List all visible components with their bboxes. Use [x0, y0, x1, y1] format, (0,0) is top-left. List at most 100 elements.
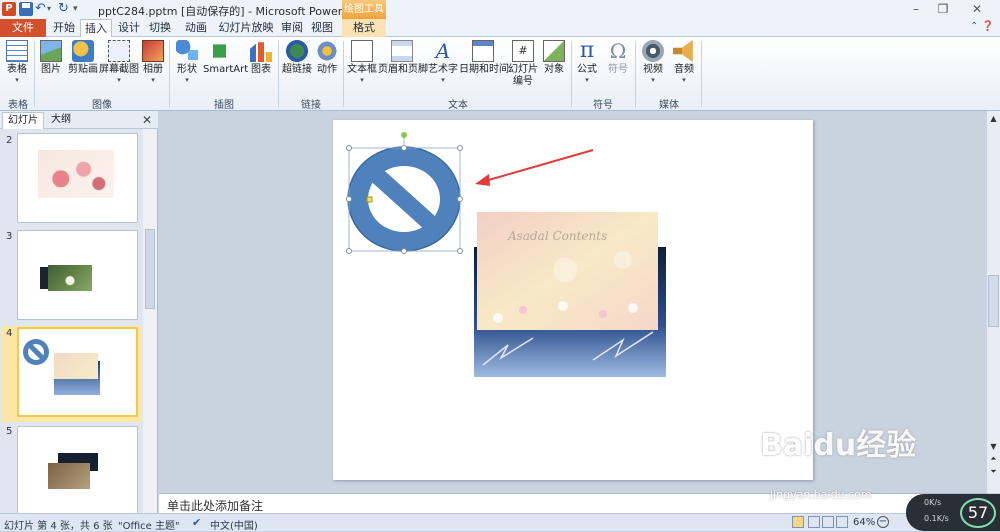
speaker-icon — [673, 40, 693, 62]
normal-view-icon[interactable] — [792, 516, 804, 528]
smartart-button[interactable]: SmartArt — [203, 40, 248, 76]
video-button[interactable]: 视频 ▾ — [640, 40, 666, 84]
chart-button[interactable]: 图表 — [249, 40, 273, 76]
floral-pastel-image[interactable]: Asadal Contents — [477, 212, 658, 330]
wordart-icon: A — [435, 39, 451, 63]
table-icon — [6, 40, 28, 62]
slide-thumbnail-3[interactable] — [17, 230, 138, 320]
textbox-button[interactable]: 文本框 ▾ — [347, 40, 377, 84]
tab-transitions[interactable]: 切换 — [146, 19, 174, 37]
thumb-number: 5 — [6, 426, 13, 437]
slides-panel: 幻灯片 大纲 ✕ 2 3 4 5 — [0, 111, 158, 516]
datetime-button[interactable]: 日期和时间 — [459, 40, 509, 76]
picture-button[interactable]: 图片 — [38, 40, 64, 76]
slide-sorter-icon[interactable] — [808, 516, 820, 528]
help-icon[interactable]: ⌃ ❓ — [970, 21, 994, 32]
previous-slide-icon[interactable]: ⏶ — [988, 453, 999, 464]
header-footer-button[interactable]: 页眉和页脚 — [378, 40, 428, 76]
object-icon — [543, 40, 565, 62]
next-slide-icon[interactable]: ⏷ — [988, 466, 999, 477]
group-images-label: 图像 — [92, 100, 112, 111]
status-theme[interactable]: "Office 主题" — [118, 517, 180, 532]
tab-insert[interactable]: 插入 — [80, 19, 112, 38]
slide-thumbnail-4[interactable] — [17, 327, 138, 417]
tab-file[interactable]: 文件 — [0, 19, 46, 37]
save-icon[interactable] — [19, 2, 33, 16]
slide-thumbnail-2[interactable] — [17, 133, 138, 223]
object-button[interactable]: 对象 — [541, 40, 567, 76]
ribbon-insert: 表格 ▾ 表格 图片 剪贴画 屏幕截图 ▾ 相册 ▾ 图像 形状 ▾ Smart… — [0, 37, 1000, 111]
redo-icon[interactable]: ↻ — [58, 2, 72, 16]
tab-slideshow[interactable]: 幻灯片放映 — [216, 19, 276, 37]
shapes-button[interactable]: 形状 ▾ — [174, 40, 200, 84]
zoom-out-icon[interactable]: − — [877, 516, 889, 528]
tab-design[interactable]: 设计 — [115, 19, 143, 37]
tab-animations[interactable]: 动画 — [181, 19, 211, 37]
zoom-level[interactable]: 64% — [853, 517, 875, 528]
notes-placeholder[interactable]: 单击此处添加备注 — [167, 497, 263, 514]
minimize-button[interactable]: – — [905, 2, 927, 16]
hyperlink-button[interactable]: 超链接 — [281, 40, 313, 76]
clipart-button[interactable]: 剪贴画 — [67, 40, 99, 76]
scroll-down-icon[interactable]: ▼ — [988, 441, 999, 452]
scrollbar-thumb[interactable] — [988, 275, 999, 327]
action-icon — [316, 40, 338, 62]
album-button[interactable]: 相册 ▾ — [142, 40, 164, 84]
slide-thumbnail-5[interactable] — [17, 426, 138, 516]
ribbon-tabs: 文件 开始 插入 设计 切换 动画 幻灯片放映 审阅 视图 格式 ⌃ ❓ — [0, 19, 1000, 38]
floral-image — [38, 150, 114, 198]
screenshot-button[interactable]: 屏幕截图 ▾ — [99, 40, 139, 84]
tab-outline[interactable]: 大纲 — [46, 112, 76, 129]
landscape-image — [48, 463, 90, 489]
tab-format[interactable]: 格式 — [342, 19, 386, 37]
scroll-up-icon[interactable]: ▲ — [988, 113, 999, 124]
symbol-button[interactable]: Ω 符号 — [606, 40, 630, 76]
wordart-button[interactable]: A 艺术字 ▾ — [428, 40, 458, 84]
chart-icon — [250, 42, 272, 62]
group-symbols-label: 符号 — [593, 100, 613, 111]
hyperlink-icon — [286, 40, 308, 62]
equation-button[interactable]: π 公式 ▾ — [575, 40, 599, 85]
editor-scrollbar[interactable]: ▲ ▼ ⏶ ⏷ — [987, 111, 1000, 493]
watermark-url: jingyan.baidu.com — [770, 488, 872, 501]
group-media-label: 媒体 — [659, 100, 679, 111]
slideshow-view-icon[interactable] — [836, 516, 848, 528]
no-symbol-shape[interactable] — [347, 146, 461, 252]
thumb-number: 2 — [6, 135, 13, 146]
annotation-arrow — [475, 149, 594, 186]
network-speed-widget: 0K/s 0.1K/s 57 — [906, 494, 1000, 531]
upload-speed: 0K/s — [924, 498, 942, 507]
audio-button[interactable]: 音频 ▾ — [671, 40, 697, 84]
restore-button[interactable]: ❐ — [932, 2, 954, 16]
film-reel-icon — [642, 40, 664, 62]
close-icon[interactable]: ✕ — [142, 113, 152, 127]
table-button[interactable]: 表格 ▾ — [4, 40, 30, 84]
panel-scrollbar[interactable] — [143, 129, 157, 513]
tab-home[interactable]: 开始 — [50, 19, 78, 37]
action-button[interactable]: 动作 — [314, 40, 340, 76]
spellcheck-icon[interactable]: ✔ — [192, 516, 201, 529]
reading-view-icon[interactable] — [822, 516, 834, 528]
tab-review[interactable]: 审阅 — [279, 19, 305, 37]
textbox-icon — [351, 40, 373, 62]
close-button[interactable]: ✕ — [966, 2, 988, 16]
group-illustrations-label: 插图 — [214, 100, 234, 111]
tab-view[interactable]: 视图 — [309, 19, 335, 37]
thumb-number: 4 — [6, 328, 13, 339]
status-language[interactable]: 中文(中国) — [210, 517, 258, 532]
photo-album-icon — [142, 40, 164, 62]
smartart-icon — [213, 40, 235, 62]
no-symbol-icon — [23, 339, 49, 365]
green-image — [48, 265, 92, 291]
slide-number-button[interactable]: # 幻灯片 编号 — [508, 40, 538, 88]
customize-toolbar-icon[interactable]: ▾ — [73, 2, 83, 16]
powerpoint-app-icon[interactable]: P — [2, 2, 16, 16]
current-slide[interactable]: Asadal Contents — [333, 120, 813, 480]
tab-slides[interactable]: 幻灯片 — [2, 112, 44, 129]
image-caption: Asadal Contents — [507, 229, 607, 243]
status-bar: 幻灯片 第 4 张，共 6 张 "Office 主题" ✔ 中文(中国) 64%… — [0, 513, 1000, 532]
usage-percent: 57 — [960, 498, 996, 528]
header-footer-icon — [391, 40, 413, 62]
window-title: pptC284.pptm [自动保存的] - Microsoft PowerPo… — [98, 5, 370, 18]
undo-dropdown-icon[interactable]: ▾ — [47, 2, 55, 16]
